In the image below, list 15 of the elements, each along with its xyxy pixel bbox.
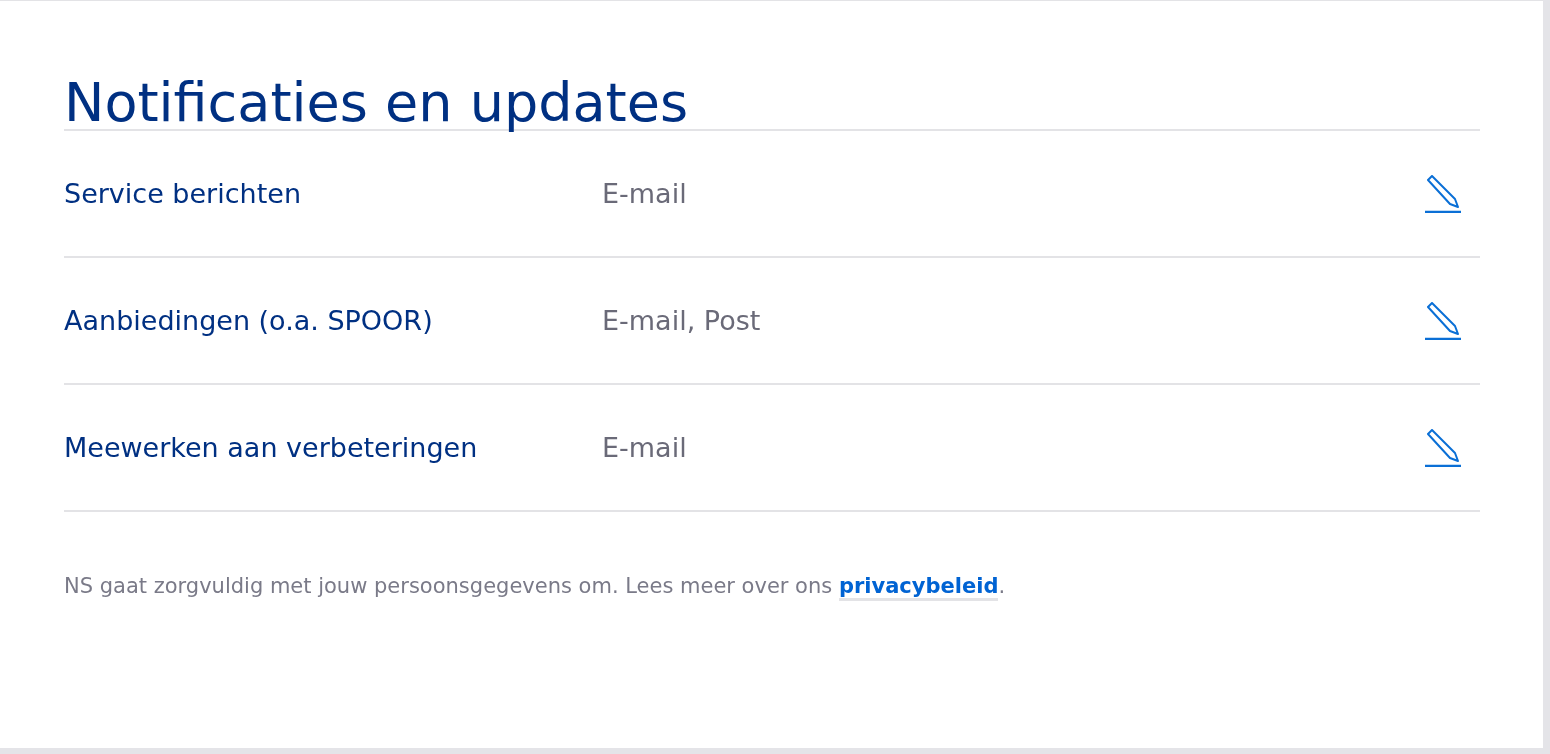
page-title: Notificaties en updates <box>64 1 1480 131</box>
pencil-icon <box>1425 174 1463 213</box>
setting-value: E-mail, Post <box>602 305 762 336</box>
privacy-note: NS gaat zorgvuldig met jouw persoonsgegevens om. Lees meer over ons privacybeleid. <box>64 574 1480 598</box>
pencil-icon <box>1425 301 1463 340</box>
setting-label: Service berichten <box>64 178 302 209</box>
setting-label: Meewerken aan verbeteringen <box>64 432 479 463</box>
setting-value: E-mail <box>602 432 688 463</box>
edit-button[interactable] <box>1425 174 1463 213</box>
edit-button[interactable] <box>1425 301 1463 340</box>
privacy-link[interactable]: privacybeleid <box>838 574 999 601</box>
setting-label: Aanbiedingen (o.a. SPOOR) <box>64 305 434 336</box>
setting-value: E-mail <box>602 178 688 209</box>
pencil-icon <box>1425 428 1463 467</box>
edit-button[interactable] <box>1425 428 1463 467</box>
